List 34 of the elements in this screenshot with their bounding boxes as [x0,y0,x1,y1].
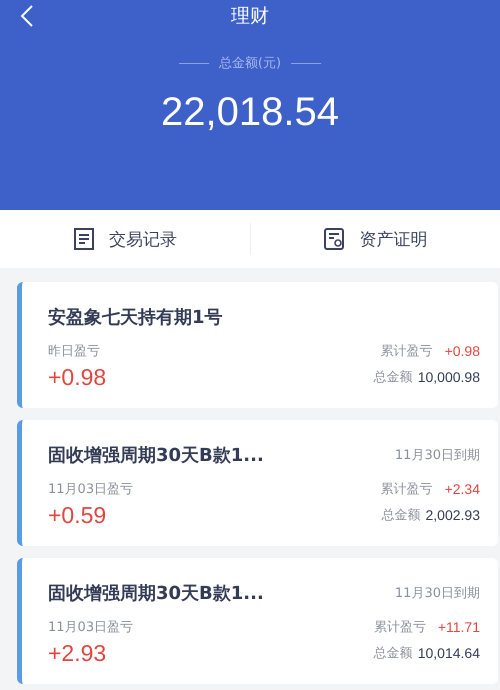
daily-label: 11月03日盈亏 [48,619,134,636]
cumulative-value: +0.98 [444,343,480,359]
amount-value: 10,000.98 [418,369,480,385]
product-card[interactable]: 安盈象七天持有期1号 昨日盈亏 累计盈亏 +0.98 +0.98 总金额 10,000.98 [17,282,498,408]
amount-label: 总金额 [374,645,413,662]
amount-value: 2,002.93 [426,507,480,523]
cumulative-value: +2.34 [444,481,480,497]
daily-label: 昨日盈亏 [48,343,100,360]
total-label: 总金额(元) [218,55,282,72]
document-icon [323,227,346,251]
receipt-icon [72,227,95,251]
page-title: 理财 [231,4,269,29]
cumulative-label: 累计盈亏 [374,619,426,636]
cumulative-label: 累计盈亏 [380,481,433,498]
action-button[interactable]: 资产证明 [250,227,500,251]
back-icon[interactable] [20,4,34,28]
product-name: 固收增强周期30天B款1... [48,444,264,467]
cumulative-value: +11.71 [438,619,480,635]
amount-value: 10,014.64 [418,645,480,661]
daily-value: +2.93 [48,640,106,666]
product-name: 安盈象七天持有期1号 [48,306,223,329]
product-card[interactable]: 固收增强周期30天B款1... 11月30日到期 11月03日盈亏 累计盈亏 +11.71 +2.93 总金额 10,014.64 [17,558,498,684]
total-amount: 22,018.54 [161,90,339,135]
maturity-date: 11月30日到期 [394,447,480,464]
cumulative-label: 累计盈亏 [380,343,433,360]
product-name: 固收增强周期30天B款1... [48,582,264,605]
amount-label: 总金额 [382,507,420,524]
daily-label: 11月03日盈亏 [48,481,134,498]
action-button[interactable]: 交易记录 [0,227,250,251]
product-card[interactable]: 固收增强周期30天B款1... 11月30日到期 11月03日盈亏 累计盈亏 +2.34 +0.59 总金额 2,002.93 [17,420,498,546]
maturity-date: 11月30日到期 [394,585,480,602]
daily-value: +0.98 [48,364,106,390]
daily-value: +0.59 [48,502,106,528]
amount-label: 总金额 [374,369,413,386]
